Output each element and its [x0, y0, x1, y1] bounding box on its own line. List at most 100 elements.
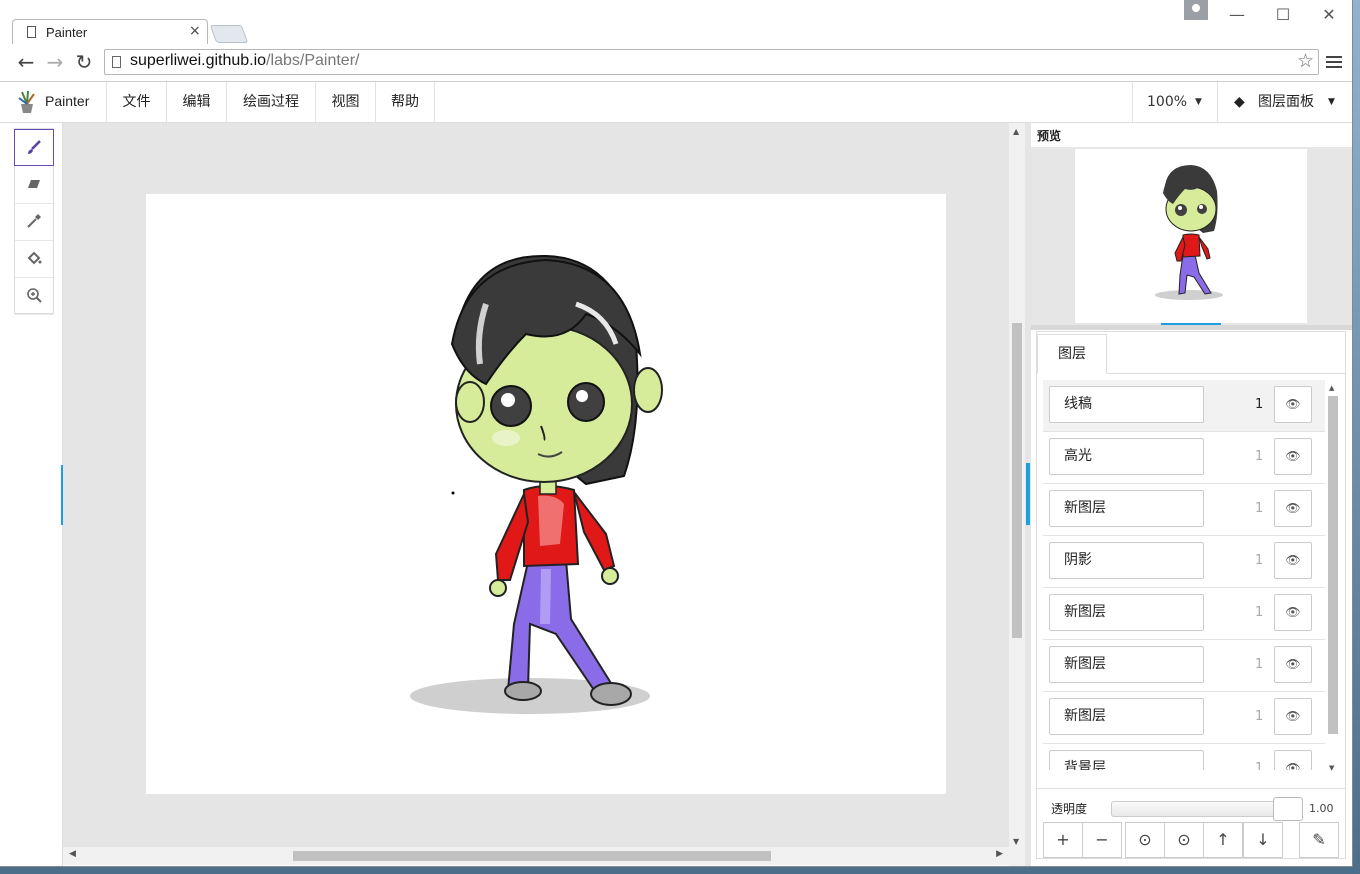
tab-strip: Painter × — ☐ ✕ [0, 0, 1352, 45]
preview-drawing [1155, 165, 1223, 300]
tab-layers[interactable]: 图层 [1037, 334, 1107, 374]
splitter-handle[interactable] [1026, 463, 1030, 525]
zoom-tool[interactable] [15, 277, 53, 315]
url-host: superliwei.github.io [130, 52, 267, 69]
opacity-slider-handle[interactable] [1273, 797, 1303, 821]
eraser-tool[interactable] [15, 166, 53, 204]
scroll-down-icon[interactable]: ▼ [1013, 837, 1019, 846]
layer-list-scrollbar[interactable]: ▲ ▼ [1327, 384, 1339, 772]
back-arrow-icon[interactable]: ← [13, 48, 39, 76]
tool-column [0, 123, 63, 866]
address-bar[interactable]: superliwei.github.io/labs/Painter/ ☆ [104, 49, 1319, 75]
user-profile-icon[interactable] [1184, 0, 1208, 20]
layer-opacity: 1 [1255, 501, 1264, 516]
page-icon [112, 56, 121, 68]
brush-tool[interactable] [14, 129, 54, 166]
paint-bucket-icon [27, 251, 42, 265]
scroll-right-icon[interactable]: ▶ [996, 849, 1003, 859]
close-window-button[interactable]: ✕ [1306, 0, 1352, 30]
scroll-thumb[interactable] [293, 851, 771, 861]
layer-opacity: 1 [1255, 553, 1264, 568]
scroll-up-icon[interactable]: ▲ [1013, 127, 1019, 136]
menu-file[interactable]: 文件 [107, 82, 167, 122]
page-icon [27, 26, 36, 38]
scroll-left-icon[interactable]: ◀ [69, 849, 76, 859]
menu-edit[interactable]: 编辑 [167, 82, 227, 122]
layer-row[interactable]: 高光 1 👁 [1043, 432, 1325, 484]
preview-separator[interactable] [1031, 325, 1352, 330]
layer-opacity: 1 [1255, 449, 1264, 464]
scroll-up-icon[interactable]: ▲ [1329, 384, 1334, 392]
app-menubar: Painter 文件 编辑 绘画过程 视图 帮助 100% ▼ ◆ 图层面板 ▼ [0, 82, 1352, 123]
layer-row[interactable]: 新图层 1 👁 [1043, 484, 1325, 536]
layer-row[interactable]: 阴影 1 👁 [1043, 536, 1325, 588]
eye-icon[interactable]: 👁 [1274, 438, 1312, 475]
minimize-button[interactable]: — [1214, 0, 1260, 30]
eyedropper-icon [27, 214, 41, 228]
navigation-bar: ← → ↻ superliwei.github.io/labs/Painter/… [0, 44, 1352, 82]
eyedropper-tool[interactable] [15, 203, 53, 241]
scroll-thumb[interactable] [1012, 323, 1022, 638]
canvas-area[interactable] [63, 123, 1009, 847]
layer-name-field[interactable]: 阴影 [1049, 542, 1204, 579]
layer-props-button[interactable]: ✎ [1299, 822, 1339, 858]
layer-name-field[interactable]: 背景层 [1049, 750, 1204, 770]
eye-icon[interactable]: 👁 [1274, 386, 1312, 423]
layer-opacity: 1 [1255, 709, 1264, 724]
layer-name-field[interactable]: 高光 [1049, 438, 1204, 475]
maximize-button[interactable]: ☐ [1260, 0, 1306, 30]
browser-window: Painter × — ☐ ✕ ← → ↻ superliwei.github.… [0, 0, 1353, 867]
layer-name-field[interactable]: 新图层 [1049, 646, 1204, 683]
layer-row[interactable]: 背景层 1 👁 [1043, 744, 1325, 770]
eye-icon[interactable]: 👁 [1274, 698, 1312, 735]
eye-icon[interactable]: 👁 [1274, 542, 1312, 579]
fill-tool[interactable] [15, 240, 53, 278]
tab-close-icon[interactable]: × [189, 23, 201, 39]
layer-name-field[interactable]: 新图层 [1049, 594, 1204, 631]
scroll-down-icon[interactable]: ▼ [1329, 764, 1334, 772]
menu-help[interactable]: 帮助 [376, 82, 435, 122]
layer-row[interactable]: 新图层 1 👁 [1043, 640, 1325, 692]
layer-row[interactable]: 线稿 1 👁 [1043, 380, 1325, 432]
url-text: superliwei.github.io/labs/Painter/ [130, 52, 359, 70]
menu-view[interactable]: 视图 [316, 82, 376, 122]
layer-name-field[interactable]: 新图层 [1049, 698, 1204, 735]
opacity-value: 1.00 [1309, 802, 1334, 815]
canvas-vertical-scrollbar[interactable]: ▲ ▼ [1009, 123, 1025, 866]
layer-name-field[interactable]: 线稿 [1049, 386, 1204, 423]
chevron-down-icon: ▼ [1328, 97, 1335, 107]
merge-down-button[interactable]: ⊙ [1164, 822, 1204, 858]
reload-icon[interactable]: ↻ [71, 48, 97, 76]
eye-icon[interactable]: 👁 [1274, 594, 1312, 631]
panel-select-label: 图层面板 [1258, 94, 1314, 110]
layer-row[interactable]: 新图层 1 👁 [1043, 588, 1325, 640]
layer-opacity: 1 [1255, 657, 1264, 672]
merge-up-button[interactable]: ⊙ [1125, 822, 1165, 858]
zoom-select[interactable]: 100% ▼ [1132, 82, 1218, 122]
move-layer-up-button[interactable]: ↑ [1203, 822, 1243, 858]
add-layer-button[interactable]: + [1043, 822, 1083, 858]
browser-menu-icon[interactable] [1326, 53, 1342, 71]
eye-icon[interactable]: 👁 [1274, 490, 1312, 527]
new-tab-button[interactable] [209, 25, 249, 43]
layer-row[interactable]: 新图层 1 👁 [1043, 692, 1325, 744]
layer-name-field[interactable]: 新图层 [1049, 490, 1204, 527]
chevron-down-icon: ▼ [1195, 97, 1202, 107]
scroll-thumb[interactable] [1328, 396, 1338, 734]
eye-icon[interactable]: 👁 [1274, 750, 1312, 770]
forward-arrow-icon[interactable]: → [42, 48, 68, 76]
preview-thumbnail[interactable] [1075, 149, 1307, 323]
eye-icon[interactable]: 👁 [1274, 646, 1312, 683]
zoom-value: 100% [1147, 94, 1188, 110]
move-layer-down-button[interactable]: ↓ [1243, 822, 1283, 858]
layer-list: 线稿 1 👁 高光 1 👁 新图层 1 👁 阴影 1 👁 新图层 1 👁 新图层… [1043, 380, 1325, 770]
panel-select[interactable]: ◆ 图层面板 ▼ [1216, 82, 1352, 122]
canvas-horizontal-scrollbar[interactable]: ◀ ▶ [63, 847, 1009, 865]
opacity-control: 透明度 1.00 [1037, 788, 1345, 821]
bookmark-star-icon[interactable]: ☆ [1297, 50, 1314, 72]
menu-drawing-process[interactable]: 绘画过程 [227, 82, 316, 122]
remove-layer-button[interactable]: − [1082, 822, 1122, 858]
drawing-canvas[interactable] [146, 194, 946, 794]
painter-logo-icon [18, 90, 35, 113]
browser-tab[interactable]: Painter × [12, 19, 208, 45]
